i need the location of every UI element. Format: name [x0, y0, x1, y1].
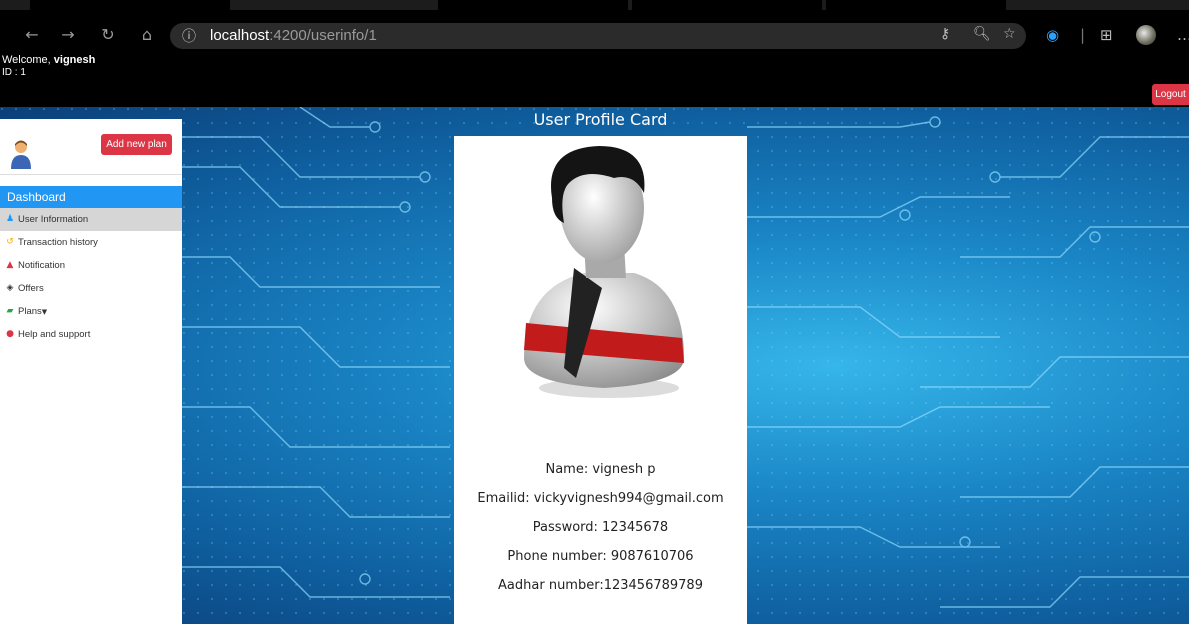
- address-bar[interactable]: ⓘ localhost:4200/userinfo/1 ⚷ 🔍︎ ☆: [170, 23, 1026, 49]
- refresh-icon[interactable]: ↻: [96, 24, 120, 46]
- tab-strip: [0, 0, 1189, 10]
- profile-password: Password: 12345678: [532, 520, 669, 535]
- more-menu-icon[interactable]: …: [1177, 26, 1189, 44]
- gem-icon: ◈: [6, 283, 14, 293]
- sidebar-item-user-information[interactable]: ♟ User Information: [0, 208, 182, 231]
- sidebar-item-notification[interactable]: ▲ Notification: [0, 254, 182, 277]
- profile-phone: Phone number: 9087610706: [507, 549, 694, 564]
- sidebar-item-label: Transaction history: [18, 237, 98, 248]
- sidebar-item-transaction-history[interactable]: ↺ Transaction history: [0, 231, 182, 254]
- app-header: Welcome, vignesh ID : 1 Logout: [0, 50, 1189, 107]
- home-icon[interactable]: ⌂: [135, 24, 159, 46]
- sidebar-item-plans[interactable]: ▰ Plans▼: [0, 300, 182, 323]
- user-avatar-icon: [11, 140, 31, 169]
- toolbar-divider: |: [1080, 26, 1086, 44]
- bell-icon: ▲: [6, 260, 14, 270]
- welcome-prefix: Welcome,: [2, 54, 54, 66]
- browser-tab[interactable]: [632, 0, 822, 10]
- sidebar-item-offers[interactable]: ◈ Offers: [0, 277, 182, 300]
- add-new-plan-button[interactable]: Add new plan: [101, 134, 172, 155]
- favorite-star-icon[interactable]: ☆: [1003, 26, 1016, 42]
- browser-tab[interactable]: [438, 0, 628, 10]
- sidebar-divider: [0, 174, 182, 175]
- history-icon: ↺: [6, 237, 14, 247]
- forward-icon[interactable]: →: [56, 24, 80, 46]
- profile-aadhar: Aadhar number:123456789789: [498, 578, 703, 593]
- browser-toolbar: ← → ↻ ⌂ ⓘ localhost:4200/userinfo/1 ⚷ 🔍︎…: [0, 0, 1189, 50]
- sidebar-item-label: User Information: [18, 214, 89, 225]
- back-icon[interactable]: ←: [20, 24, 44, 46]
- user-icon: ♟: [5, 214, 15, 224]
- collections-icon[interactable]: ⊞: [1100, 26, 1113, 44]
- sidebar-item-label: Notification: [18, 260, 65, 271]
- profile-card: Name: vignesh p Emailid: vickyvignesh994…: [454, 136, 747, 624]
- profile-card-title: User Profile Card: [533, 110, 668, 129]
- url-path: :4200/userinfo/1: [269, 27, 377, 44]
- browser-tab[interactable]: [30, 0, 230, 10]
- profile-avatar-image: [524, 146, 684, 398]
- user-id-text: ID : 1: [2, 67, 26, 78]
- sidebar-item-help-and-support[interactable]: ● Help and support: [0, 323, 182, 346]
- welcome-text: Welcome, vignesh: [2, 54, 95, 66]
- book-icon: ▰: [6, 306, 14, 316]
- zoom-icon[interactable]: 🔍︎: [973, 26, 991, 42]
- sidebar-item-label: Help and support: [18, 329, 91, 340]
- chat-icon: ●: [6, 329, 14, 339]
- logout-button[interactable]: Logout: [1152, 84, 1189, 105]
- sidebar: Add new plan Dashboard ♟ User Informatio…: [0, 119, 182, 624]
- info-icon[interactable]: ⓘ: [182, 26, 196, 46]
- profile-email: Emailid: vickyvignesh994@gmail.com: [477, 491, 724, 506]
- sidebar-dashboard[interactable]: Dashboard: [0, 186, 182, 208]
- welcome-username: vignesh: [53, 54, 96, 66]
- profile-name: Name: vignesh p: [545, 462, 656, 477]
- url-host: localhost: [210, 27, 270, 44]
- browser-profile-avatar[interactable]: [1136, 25, 1156, 45]
- extension-icon[interactable]: ◉: [1046, 26, 1059, 44]
- sidebar-item-label: Plans: [18, 306, 42, 317]
- url-text: localhost:4200/userinfo/1: [210, 27, 377, 44]
- caret-down-icon: ▼: [41, 308, 48, 316]
- key-icon[interactable]: ⚷: [940, 26, 950, 42]
- sidebar-item-label: Offers: [18, 283, 44, 294]
- browser-tab[interactable]: [826, 0, 1006, 10]
